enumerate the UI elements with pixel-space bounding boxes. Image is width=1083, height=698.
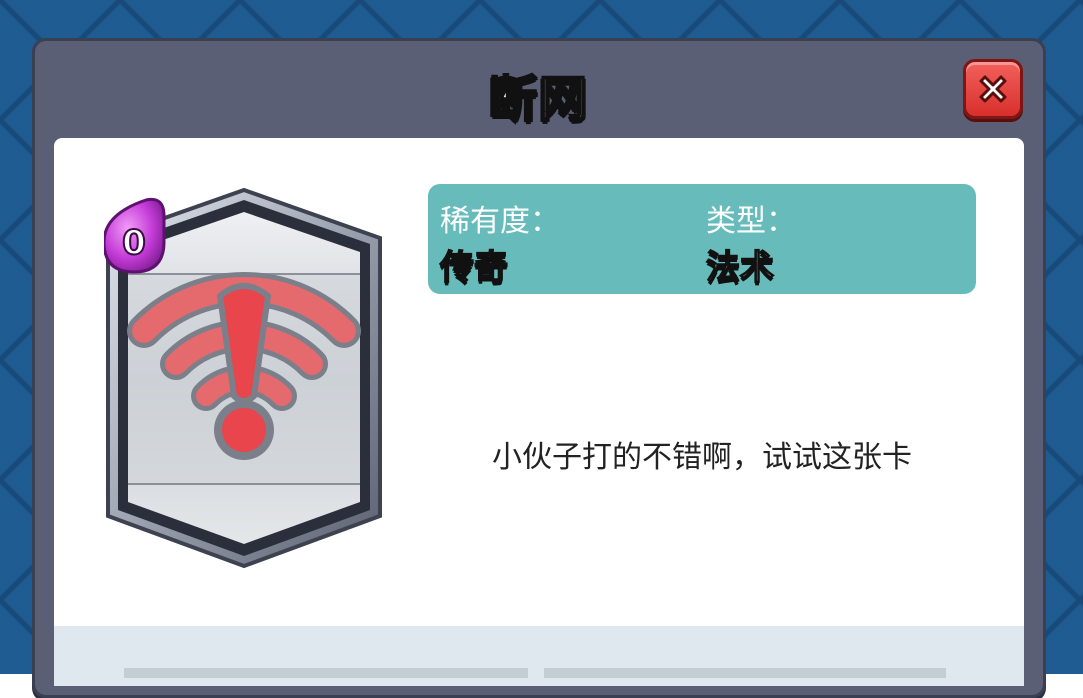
stat-box-right <box>544 668 946 678</box>
card-image: 0 <box>102 186 404 571</box>
card-info-box: 稀有度： 传奇 类型： 法术 <box>428 184 976 294</box>
type-label: 类型： <box>706 204 796 239</box>
card-description: 小伙子打的不错啊，试试这张卡 <box>492 440 912 475</box>
rarity-value: 传奇 <box>439 247 509 289</box>
close-button[interactable] <box>963 59 1023 119</box>
close-x-icon <box>979 75 1007 103</box>
rarity-label: 稀有度： <box>440 204 560 239</box>
stat-box-left <box>124 668 528 678</box>
dialog-title: 断网 <box>488 70 589 128</box>
type-value: 法术 <box>705 247 775 289</box>
elixir-cost: 0 <box>122 223 146 263</box>
